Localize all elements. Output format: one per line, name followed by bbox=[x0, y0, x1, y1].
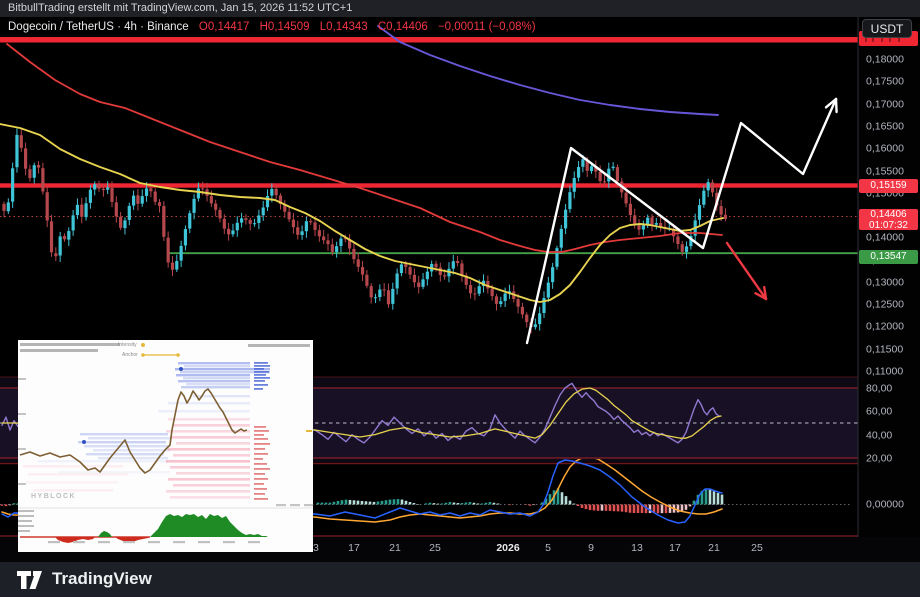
svg-text:0,16500: 0,16500 bbox=[866, 121, 904, 133]
svg-text:0,18000: 0,18000 bbox=[866, 54, 904, 66]
svg-text:0,15500: 0,15500 bbox=[866, 166, 904, 178]
ohlc-low: L0,14343 bbox=[320, 21, 368, 33]
svg-text:13: 13 bbox=[631, 542, 643, 554]
ohlc-close: C0,14406 bbox=[378, 21, 428, 33]
inset-legend-intensity: Intensity bbox=[118, 342, 137, 348]
liquidation-heatmap-inset: HYBLOCK Intensity Anchor bbox=[18, 340, 313, 552]
svg-text:60,00: 60,00 bbox=[866, 406, 892, 418]
svg-text:40,00: 40,00 bbox=[866, 430, 892, 442]
last-price-label: 0,14406 01:07:32 bbox=[859, 209, 918, 230]
svg-text:0,12000: 0,12000 bbox=[866, 321, 904, 333]
svg-text:0,11000: 0,11000 bbox=[866, 366, 903, 378]
hyblock-watermark: HYBLOCK bbox=[31, 493, 76, 500]
support-price-label: 0,13547 bbox=[859, 250, 918, 264]
svg-text:17: 17 bbox=[669, 542, 681, 554]
svg-text:21: 21 bbox=[708, 542, 720, 554]
attribution-bar: BitbullTrading erstellt mit TradingView.… bbox=[0, 0, 920, 17]
symbol-legend[interactable]: Dogecoin / TetherUS · 4h · Binance O0,14… bbox=[8, 21, 536, 33]
svg-text:80,00: 80,00 bbox=[866, 383, 892, 395]
svg-text:5: 5 bbox=[545, 542, 551, 554]
svg-text:17: 17 bbox=[348, 542, 360, 554]
svg-text:0,00000: 0,00000 bbox=[866, 499, 904, 511]
ohlc-open: O0,14417 bbox=[199, 21, 250, 33]
footer-bar: TradingView bbox=[0, 562, 920, 597]
tradingview-window: 0,18000 0,17500 0,17000 0,16500 0,16000 0,155… bbox=[0, 0, 920, 597]
svg-text:0,17000: 0,17000 bbox=[866, 99, 904, 111]
resistance-price-label: 0,15159 bbox=[859, 179, 918, 193]
inset-legend-anchor: Anchor bbox=[122, 352, 138, 358]
svg-text:0,13000: 0,13000 bbox=[866, 277, 904, 289]
candle-countdown: 01:07:32 bbox=[859, 221, 918, 232]
currency-toggle-button[interactable]: USDT bbox=[862, 19, 912, 38]
svg-text:25: 25 bbox=[429, 542, 441, 554]
svg-text:0,11500: 0,11500 bbox=[866, 344, 903, 356]
svg-text:2026: 2026 bbox=[496, 542, 520, 554]
svg-text:20,00: 20,00 bbox=[866, 453, 892, 465]
svg-text:9: 9 bbox=[588, 542, 594, 554]
heatmap-image bbox=[18, 340, 313, 552]
tradingview-brand-text[interactable]: TradingView bbox=[52, 569, 152, 589]
svg-text:0,14000: 0,14000 bbox=[866, 232, 904, 244]
ohlc-high: H0,14509 bbox=[260, 21, 310, 33]
svg-text:21: 21 bbox=[389, 542, 401, 554]
svg-text:0,12500: 0,12500 bbox=[866, 299, 904, 311]
last-price-value: 0,14406 bbox=[859, 210, 918, 221]
svg-text:0,16000: 0,16000 bbox=[866, 143, 904, 155]
symbol-title[interactable]: Dogecoin / TetherUS · 4h · Binance bbox=[8, 21, 189, 33]
svg-text:25: 25 bbox=[751, 542, 763, 554]
svg-text:0,17500: 0,17500 bbox=[866, 76, 904, 88]
ohlc-change: −0,00011 (−0,08%) bbox=[438, 21, 536, 33]
tradingview-logo-icon[interactable] bbox=[16, 569, 46, 591]
